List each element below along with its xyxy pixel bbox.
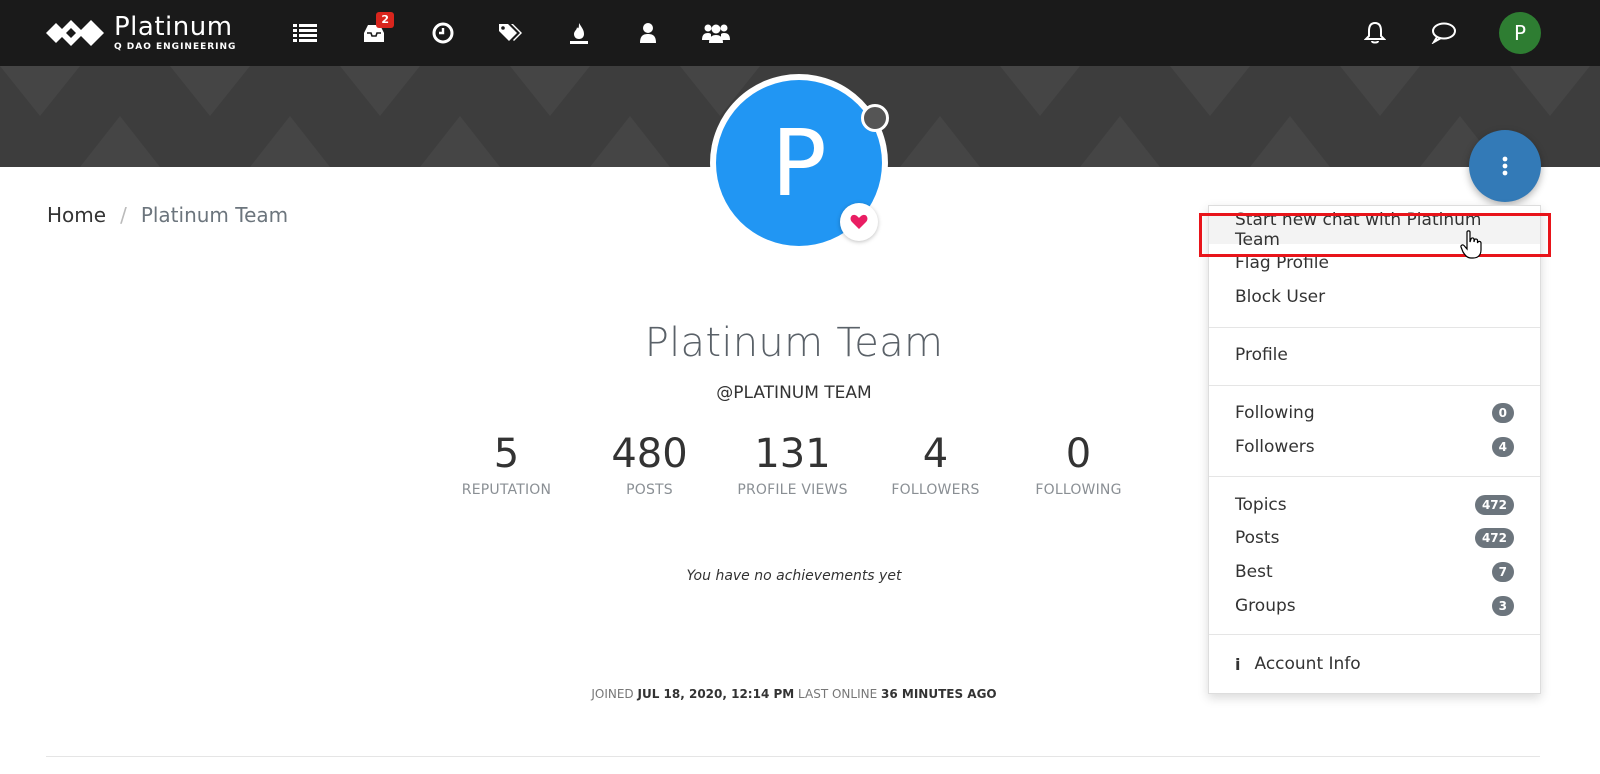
brand-subtitle: Q DAO ENGINEERING [114,41,237,52]
posts-count-badge: 472 [1474,528,1514,548]
stat-value: 480 [611,431,688,477]
joined-label: JOINED [591,687,634,701]
account-info-menu-item[interactable]: i Account Info [1235,650,1514,678]
followers-count-badge: 4 [1491,437,1514,457]
following-count-badge: 0 [1491,403,1514,423]
groups-count-badge: 3 [1491,596,1514,616]
groups-menu-item[interactable]: Groups 3 [1235,592,1514,620]
stat-label: FOLLOWING [1035,482,1122,498]
block-user-menu-item[interactable]: Block User [1235,283,1514,311]
tags-icon[interactable] [497,20,525,46]
topics-menu-item[interactable]: Topics 472 [1235,491,1514,519]
info-icon: i [1235,654,1241,674]
menu-divider [1209,327,1540,328]
stat-label: PROFILE VIEWS [737,482,848,498]
unread-inbox-icon[interactable]: 2 [360,12,394,46]
menu-item-label: Account Info [1254,654,1361,674]
popular-fire-icon[interactable] [565,20,593,46]
content-divider [46,756,1540,757]
vertical-ellipsis-icon [1502,156,1508,176]
last-online-value: 36 MINUTES AGO [881,687,997,701]
stat-value: 5 [493,431,520,477]
unread-count-badge: 2 [376,12,394,28]
profile-actions-dropdown: Start new chat with Platinum Team Flag P… [1208,205,1541,694]
categories-list-icon[interactable] [291,20,319,46]
best-count-badge: 7 [1491,562,1514,582]
stat-value: 4 [922,431,949,477]
stat-followers: 4 FOLLOWERS [864,430,1007,498]
menu-divider [1209,634,1540,635]
top-navbar: Platinum Q DAO ENGINEERING 2 P [0,0,1600,66]
last-online-label: LAST ONLINE [798,687,878,701]
best-menu-item[interactable]: Best 7 [1235,558,1514,586]
breadcrumb-separator: / [120,203,127,227]
offline-status-dot [861,104,889,132]
hand-pointer-cursor-icon [1460,230,1482,264]
profile-stats: 5 REPUTATION 480 POSTS 131 PROFILE VIEWS… [435,430,1150,498]
stat-posts: 480 POSTS [578,430,721,498]
profile-actions-menu-button[interactable] [1469,130,1541,202]
stat-label: REPUTATION [461,482,552,498]
brand-logo[interactable]: Platinum Q DAO ENGINEERING [46,14,236,52]
stat-label: FOLLOWERS [891,482,980,498]
breadcrumb-home-link[interactable]: Home [47,203,106,227]
topics-count-badge: 472 [1474,495,1514,515]
highlight-annotation-box [1199,213,1551,257]
chats-bubble-icon[interactable] [1430,20,1458,46]
notifications-bell-icon[interactable] [1361,20,1389,46]
users-icon[interactable] [634,20,662,46]
stat-reputation: 5 REPUTATION [435,430,578,498]
groups-icon[interactable] [702,20,730,46]
following-menu-item[interactable]: Following 0 [1235,399,1514,427]
menu-divider [1209,476,1540,477]
heart-icon[interactable] [840,203,878,241]
stat-value: 0 [1065,431,1092,477]
menu-item-label: Best [1235,562,1273,582]
stat-following: 0 FOLLOWING [1007,430,1150,498]
recent-clock-icon[interactable] [429,20,457,46]
current-user-avatar[interactable]: P [1499,12,1541,54]
stat-label: POSTS [626,482,673,498]
menu-item-label: Block User [1235,287,1326,307]
diamond-logo-icon [46,16,108,50]
menu-item-label: Groups [1235,596,1296,616]
profile-menu-item[interactable]: Profile [1235,341,1514,369]
stat-value: 131 [754,431,831,477]
joined-value: JUL 18, 2020, 12:14 PM [637,687,795,701]
breadcrumb: Home / Platinum Team [47,203,288,227]
menu-item-label: Followers [1235,437,1315,457]
posts-menu-item[interactable]: Posts 472 [1235,524,1514,552]
menu-item-label: Following [1235,403,1315,423]
stat-profile-views: 131 PROFILE VIEWS [721,430,864,498]
menu-divider [1209,385,1540,386]
menu-item-label: Posts [1235,528,1280,548]
menu-item-label: Topics [1235,495,1287,515]
followers-menu-item[interactable]: Followers 4 [1235,433,1514,461]
brand-name: Platinum [114,11,233,42]
breadcrumb-current: Platinum Team [140,203,289,227]
menu-item-label: Profile [1235,345,1288,365]
